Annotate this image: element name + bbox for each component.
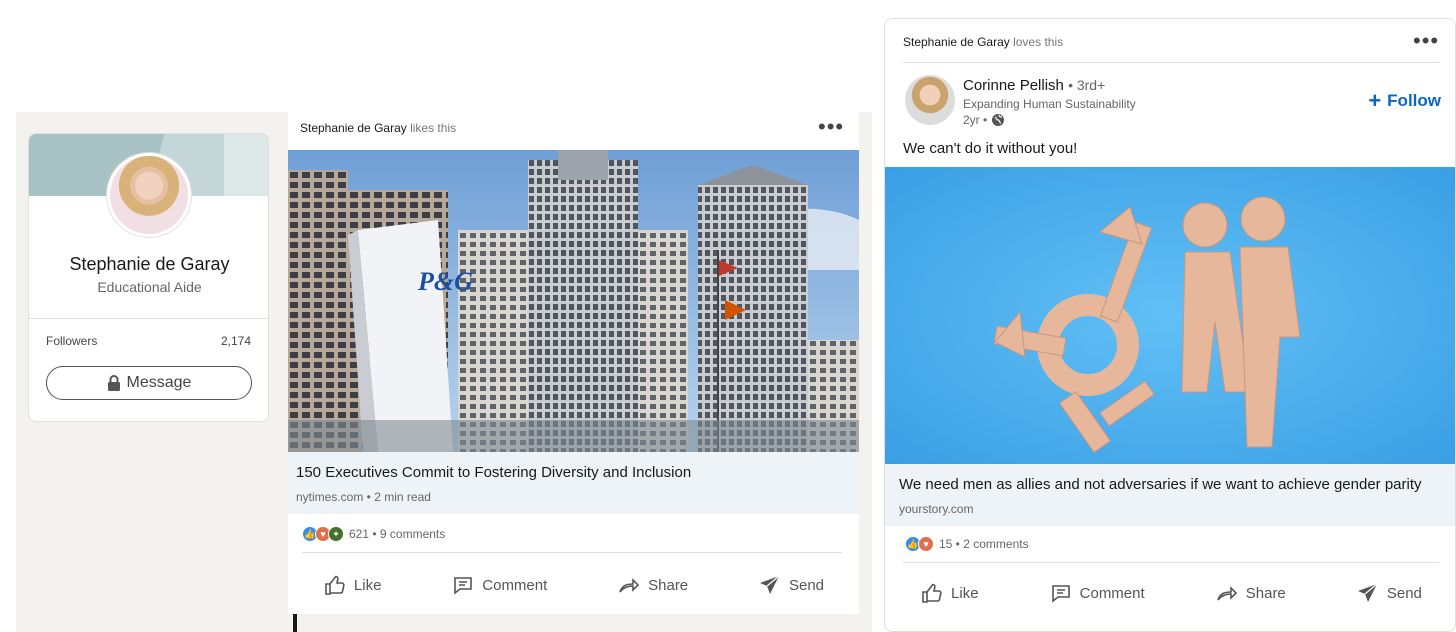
share-label: Share bbox=[648, 576, 689, 594]
like-label: Like bbox=[353, 576, 382, 594]
logo-text: P&G bbox=[417, 267, 473, 296]
lock-icon bbox=[107, 375, 120, 391]
more-options-icon[interactable]: ••• bbox=[1413, 30, 1439, 52]
avatar[interactable] bbox=[107, 153, 191, 237]
activity-verb: loves this bbox=[1013, 35, 1064, 49]
follow-button[interactable]: + Follow bbox=[1368, 88, 1441, 113]
send-label: Send bbox=[788, 576, 825, 594]
author-line: Corinne Pellish • 3rd+ bbox=[963, 77, 1105, 94]
globe-icon bbox=[992, 114, 1005, 126]
reactions-count[interactable]: 15 • 2 comments bbox=[939, 537, 1029, 551]
message-button[interactable]: Message bbox=[46, 366, 252, 400]
article-headline[interactable]: We need men as allies and not adversarie… bbox=[899, 476, 1422, 493]
activity-actor[interactable]: Stephanie de Garay bbox=[903, 35, 1010, 49]
article-source: yourstory.com bbox=[899, 502, 974, 516]
comment-icon bbox=[454, 577, 473, 595]
follow-label: Follow bbox=[1387, 91, 1441, 110]
scrollbar-fragment bbox=[293, 614, 297, 632]
author-name[interactable]: Corinne Pellish bbox=[963, 77, 1064, 94]
like-button[interactable]: Like bbox=[920, 581, 979, 605]
followers-count: 2,174 bbox=[220, 334, 251, 348]
thumbs-up-icon bbox=[325, 575, 345, 595]
profile-name[interactable]: Stephanie de Garay bbox=[29, 254, 268, 275]
plus-icon: + bbox=[1368, 88, 1382, 113]
post-age: 2yr • bbox=[963, 113, 1005, 127]
connection-degree: • 3rd+ bbox=[1068, 77, 1106, 93]
article-image[interactable] bbox=[885, 167, 1455, 464]
social-activity-line: Stephanie de Garay likes this bbox=[300, 121, 456, 135]
send-button[interactable]: Send bbox=[758, 573, 824, 597]
activity-actor[interactable]: Stephanie de Garay bbox=[300, 121, 407, 135]
article-meta[interactable]: 150 Executives Commit to Fostering Diver… bbox=[288, 452, 859, 514]
article-headline[interactable]: 150 Executives Commit to Fostering Diver… bbox=[296, 464, 691, 481]
divider bbox=[302, 552, 842, 553]
thumbs-up-icon bbox=[922, 583, 942, 603]
share-label: Share bbox=[1245, 584, 1286, 602]
divider bbox=[903, 62, 1439, 63]
comment-label: Comment bbox=[482, 576, 548, 594]
comment-label: Comment bbox=[1079, 584, 1145, 602]
divider bbox=[29, 318, 268, 319]
send-button[interactable]: Send bbox=[1356, 581, 1422, 605]
social-activity-line: Stephanie de Garay loves this bbox=[903, 35, 1063, 49]
comment-button[interactable]: Comment bbox=[1049, 581, 1145, 605]
like-label: Like bbox=[951, 584, 979, 602]
activity-verb: likes this bbox=[410, 121, 457, 135]
post-actions: Like Comment Share Send bbox=[885, 571, 1455, 615]
post-text: We can't do it without you! bbox=[903, 140, 1078, 157]
feed-post: Stephanie de Garay loves this ••• Corinn… bbox=[884, 18, 1456, 632]
followers-label: Followers bbox=[46, 334, 98, 348]
love-icon: ♥ bbox=[918, 536, 934, 552]
author-headline: Expanding Human Sustainability bbox=[963, 97, 1136, 111]
article-meta[interactable]: We need men as allies and not adversarie… bbox=[885, 464, 1455, 526]
more-options-icon[interactable]: ••• bbox=[818, 116, 844, 138]
like-button[interactable]: Like bbox=[323, 573, 382, 597]
insightful-icon: ✦ bbox=[328, 526, 344, 542]
reactions-summary[interactable]: 👍 ♥ ✦ 621 • 9 comments bbox=[302, 526, 445, 542]
send-icon bbox=[759, 575, 780, 594]
profile-title: Educational Aide bbox=[97, 279, 202, 295]
post-age-text: 2yr • bbox=[963, 113, 988, 127]
share-icon bbox=[1216, 586, 1237, 601]
message-label: Message bbox=[126, 374, 192, 391]
post-actions: Like Comment Share Send bbox=[288, 563, 859, 607]
send-icon bbox=[1357, 583, 1378, 602]
share-button[interactable]: Share bbox=[1215, 581, 1286, 605]
share-button[interactable]: Share bbox=[617, 573, 688, 597]
comment-button[interactable]: Comment bbox=[451, 573, 547, 597]
feed-post: Stephanie de Garay likes this ••• P&G 15… bbox=[288, 112, 859, 614]
share-icon bbox=[619, 578, 640, 593]
reactions-count[interactable]: 621 • 9 comments bbox=[349, 527, 445, 541]
profile-card: Stephanie de Garay Educational Aide Foll… bbox=[28, 133, 269, 422]
article-image[interactable]: P&G bbox=[288, 150, 859, 452]
comment-icon bbox=[1051, 585, 1070, 603]
send-label: Send bbox=[1386, 584, 1422, 602]
author-avatar[interactable] bbox=[905, 75, 955, 125]
reactions-summary[interactable]: 👍 ♥ 15 • 2 comments bbox=[905, 536, 1029, 552]
divider bbox=[903, 562, 1439, 563]
article-source: nytimes.com • 2 min read bbox=[296, 490, 431, 504]
